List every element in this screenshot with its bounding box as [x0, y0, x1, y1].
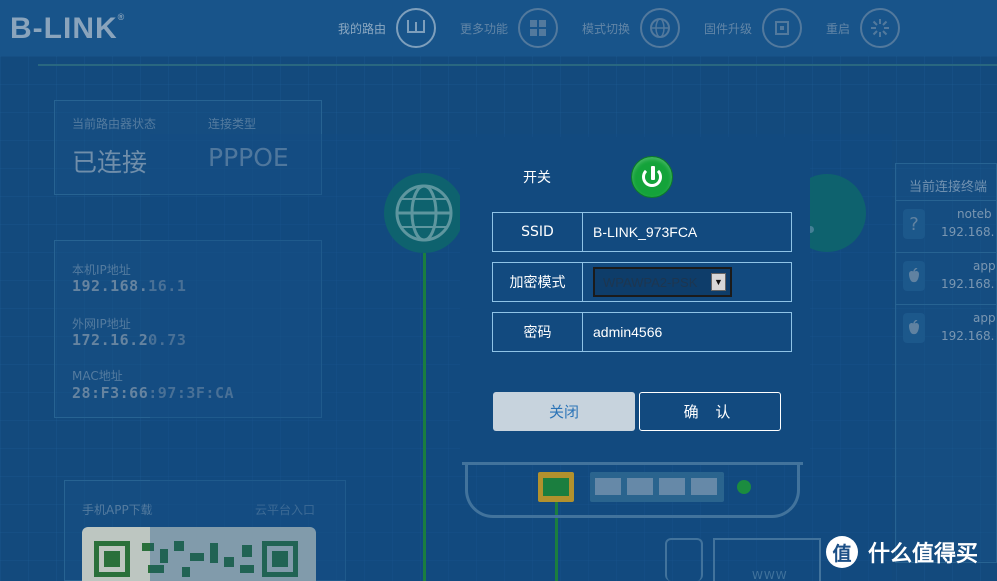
- password-input[interactable]: admin4566: [583, 313, 791, 351]
- wifi-power-toggle[interactable]: [631, 156, 673, 198]
- encryption-label: 加密模式: [493, 263, 583, 301]
- wifi-switch-label: 开关: [523, 170, 551, 186]
- password-label: 密码: [493, 313, 583, 351]
- encryption-row: 加密模式 WPAWPA2-PSK ▼: [492, 262, 792, 302]
- confirm-button[interactable]: 确 认: [639, 392, 781, 431]
- close-button[interactable]: 关闭: [493, 392, 635, 431]
- password-row: 密码 admin4566: [492, 312, 792, 352]
- watermark-logo-icon: 值: [826, 536, 858, 568]
- ssid-input[interactable]: B-LINK_973FCA: [583, 213, 791, 251]
- site-watermark: 值 什么值得买: [826, 536, 978, 568]
- encryption-select[interactable]: WPAWPA2-PSK ▼: [593, 267, 732, 297]
- power-icon-bar: [651, 166, 655, 180]
- ssid-row: SSID B-LINK_973FCA: [492, 212, 792, 252]
- chevron-down-icon[interactable]: ▼: [711, 273, 726, 291]
- watermark-text: 什么值得买: [868, 542, 979, 567]
- encryption-select-value: WPAWPA2-PSK: [603, 274, 698, 290]
- ssid-label: SSID: [493, 213, 583, 251]
- encryption-cell: WPAWPA2-PSK ▼: [583, 263, 791, 301]
